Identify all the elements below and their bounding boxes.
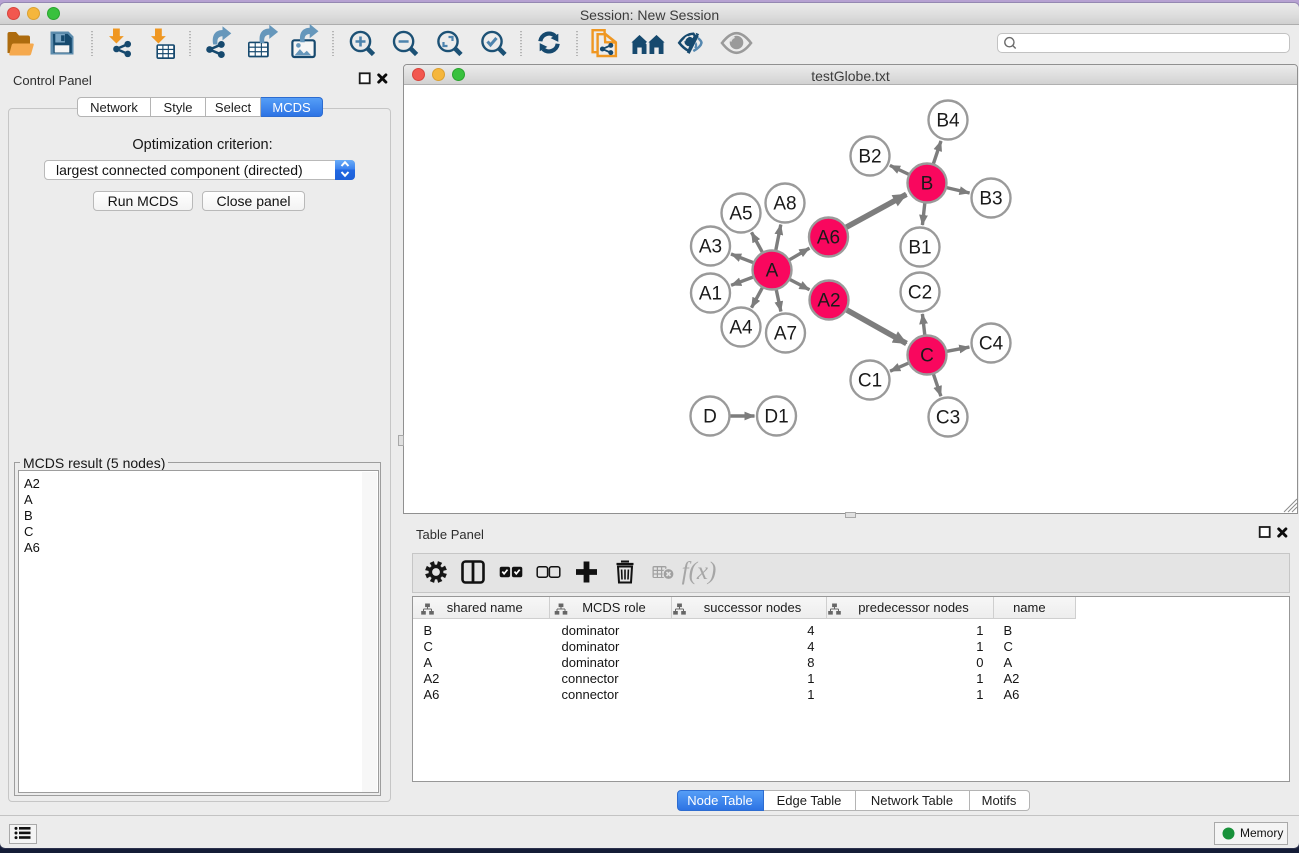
svg-text:f(x): f(x) (682, 558, 717, 585)
